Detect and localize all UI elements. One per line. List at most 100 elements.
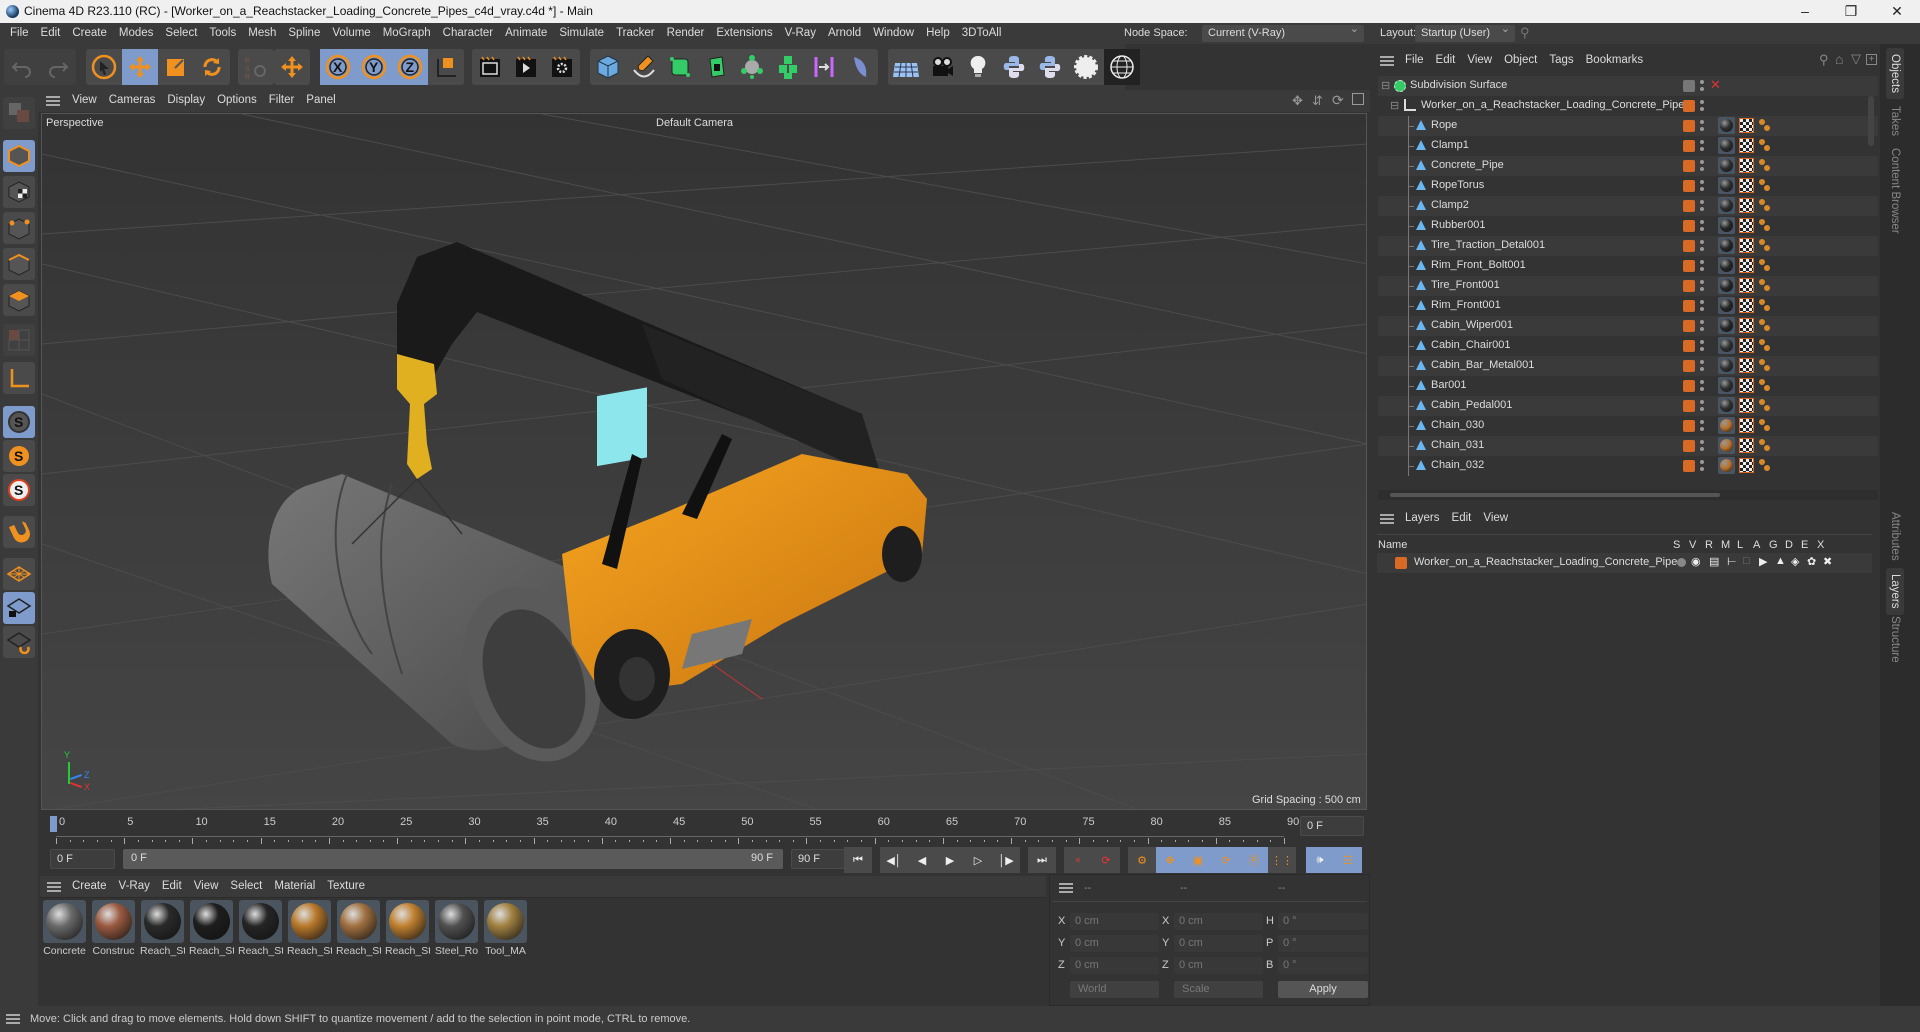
layer-color-swatch[interactable] xyxy=(1683,400,1695,412)
vray-tag-icon[interactable] xyxy=(1758,157,1772,173)
menu-volume[interactable]: Volume xyxy=(326,23,376,44)
object-row[interactable]: Clamp1 xyxy=(1378,136,1878,156)
vertical-scrollbar[interactable] xyxy=(1868,96,1874,146)
vray-tag-icon[interactable] xyxy=(1758,377,1772,393)
object-row[interactable]: Chain_031 xyxy=(1378,436,1878,456)
visibility-dots[interactable] xyxy=(1700,279,1704,293)
visibility-dots[interactable] xyxy=(1700,219,1704,233)
uvw-tag-icon[interactable] xyxy=(1739,118,1754,133)
visibility-dots[interactable] xyxy=(1700,319,1704,333)
vray-tag-icon[interactable] xyxy=(1758,337,1772,353)
vray-tag-icon[interactable] xyxy=(1758,197,1772,213)
playhead[interactable] xyxy=(50,816,57,832)
material-menu-icon[interactable] xyxy=(47,882,61,892)
visibility-dots[interactable] xyxy=(1700,299,1704,313)
material-tag-icon[interactable] xyxy=(1718,257,1735,274)
layer-column-x[interactable]: X xyxy=(1817,539,1824,551)
menu-create[interactable]: Create xyxy=(66,23,113,44)
pan-view-icon[interactable]: ✥ xyxy=(1292,93,1303,109)
vray-tag-icon[interactable] xyxy=(1758,137,1772,153)
search-icon[interactable]: ⚲ xyxy=(1819,52,1829,68)
manager-icon[interactable]: ⊢ xyxy=(1727,555,1737,568)
maximize-button[interactable]: ❐ xyxy=(1828,0,1874,23)
layer-color-swatch[interactable] xyxy=(1683,220,1695,232)
vray-tag-icon[interactable] xyxy=(1758,277,1772,293)
material-menu-view[interactable]: View xyxy=(188,876,225,897)
layer-menu-edit[interactable]: Edit xyxy=(1446,508,1478,529)
field-icon[interactable] xyxy=(842,49,878,85)
disabled-x-icon[interactable]: ✕ xyxy=(1710,77,1721,93)
material-tag-icon[interactable] xyxy=(1718,277,1735,294)
coordinate-system-icon[interactable] xyxy=(428,49,464,85)
material-menu-create[interactable]: Create xyxy=(66,876,113,897)
render-view-icon[interactable] xyxy=(472,49,508,85)
collapse-icon[interactable]: ⊟ xyxy=(1390,99,1399,112)
visible-eye-icon[interactable]: ◉ xyxy=(1691,555,1701,568)
material-swatch[interactable]: Reach_St xyxy=(385,900,430,962)
layer-color-swatch[interactable] xyxy=(1683,100,1695,112)
material-menu-texture[interactable]: Texture xyxy=(321,876,371,897)
deformers-icon[interactable]: ◈ xyxy=(1791,555,1799,568)
vray-tag-icon[interactable] xyxy=(1758,217,1772,233)
uvw-tag-icon[interactable] xyxy=(1739,278,1754,293)
object-mode-icon[interactable] xyxy=(3,140,35,172)
vr-globe-icon[interactable] xyxy=(1104,49,1140,85)
visibility-dots[interactable] xyxy=(1700,139,1704,153)
snap-settings-icon[interactable]: S xyxy=(3,440,35,472)
search-icon[interactable]: ⚲ xyxy=(1520,25,1530,41)
material-swatch[interactable]: Reach_St xyxy=(189,900,234,962)
position-x-field[interactable]: 0 cm xyxy=(1070,913,1159,930)
object-row[interactable]: Concrete_Pipe xyxy=(1378,156,1878,176)
viewport-menu-view[interactable]: View xyxy=(66,90,103,111)
material-swatch[interactable]: Tool_MA xyxy=(483,900,528,962)
vray-tag-icon[interactable] xyxy=(1758,177,1772,193)
edges-mode-icon[interactable] xyxy=(3,248,35,280)
object-row[interactable]: Cabin_Bar_Metal001 xyxy=(1378,356,1878,376)
vray-tag-icon[interactable] xyxy=(1758,117,1772,133)
zoom-view-icon[interactable]: ⇵ xyxy=(1312,93,1323,109)
uvw-tag-icon[interactable] xyxy=(1739,238,1754,253)
layer-color-swatch[interactable] xyxy=(1683,280,1695,292)
record-icon[interactable]: ● xyxy=(1064,847,1092,873)
key-rotation-icon[interactable]: ⟳ xyxy=(1212,847,1240,873)
uvw-tag-icon[interactable] xyxy=(1739,438,1754,453)
node-space-dropdown[interactable]: Current (V-Ray) xyxy=(1202,21,1364,42)
move-tool-icon[interactable] xyxy=(122,49,158,85)
material-menu-v-ray[interactable]: V-Ray xyxy=(113,876,156,897)
layer-column-r[interactable]: R xyxy=(1705,539,1713,551)
close-button[interactable]: ✕ xyxy=(1874,0,1920,23)
polygons-mode-icon[interactable] xyxy=(3,284,35,316)
solo-icon[interactable] xyxy=(1677,558,1686,567)
material-swatch[interactable]: Reach_St xyxy=(336,900,381,962)
object-menu-view[interactable]: View xyxy=(1461,50,1498,71)
redo-icon[interactable] xyxy=(40,49,76,85)
object-menu-object[interactable]: Object xyxy=(1498,50,1543,71)
menu-arnold[interactable]: Arnold xyxy=(822,23,867,44)
object-row-group[interactable]: ⊟ Worker_on_a_Reachstacker_Loading_Concr… xyxy=(1378,96,1878,116)
menu-mesh[interactable]: Mesh xyxy=(242,23,282,44)
layer-color-swatch[interactable] xyxy=(1683,200,1695,212)
menu-help[interactable]: Help xyxy=(920,23,956,44)
3d-viewport[interactable]: Perspective Default Camera Grid Spacing … xyxy=(41,113,1367,810)
object-row[interactable]: Rim_Front001 xyxy=(1378,296,1878,316)
material-swatch[interactable]: Reach_St xyxy=(238,900,283,962)
rotate-tool-icon[interactable] xyxy=(194,49,230,85)
tab-content-browser[interactable]: Content Browser xyxy=(1886,142,1904,240)
axis-move-icon[interactable] xyxy=(274,49,310,85)
next-key-icon[interactable]: │▶ xyxy=(992,847,1020,873)
material-swatch[interactable]: Construc xyxy=(91,900,136,962)
apply-button[interactable]: Apply xyxy=(1278,981,1368,998)
material-tag-icon[interactable] xyxy=(1718,217,1735,234)
object-row[interactable]: Tire_Traction_Detal001 xyxy=(1378,236,1878,256)
edit-check-icon[interactable] xyxy=(1683,80,1695,92)
visibility-dots[interactable] xyxy=(1700,99,1704,113)
x-axis-icon[interactable]: X xyxy=(320,49,356,85)
vray-tag-icon[interactable] xyxy=(1758,457,1772,473)
layer-color-swatch[interactable] xyxy=(1395,557,1407,569)
layer-column-e[interactable]: E xyxy=(1801,539,1808,551)
locked-workplane-icon[interactable] xyxy=(3,592,35,624)
keyframe-settings-icon[interactable]: ⚙ xyxy=(1128,847,1156,873)
menu-mograph[interactable]: MoGraph xyxy=(377,23,437,44)
layer-column-g[interactable]: G xyxy=(1769,539,1778,551)
rotate-view-icon[interactable]: ⟳ xyxy=(1332,92,1344,109)
